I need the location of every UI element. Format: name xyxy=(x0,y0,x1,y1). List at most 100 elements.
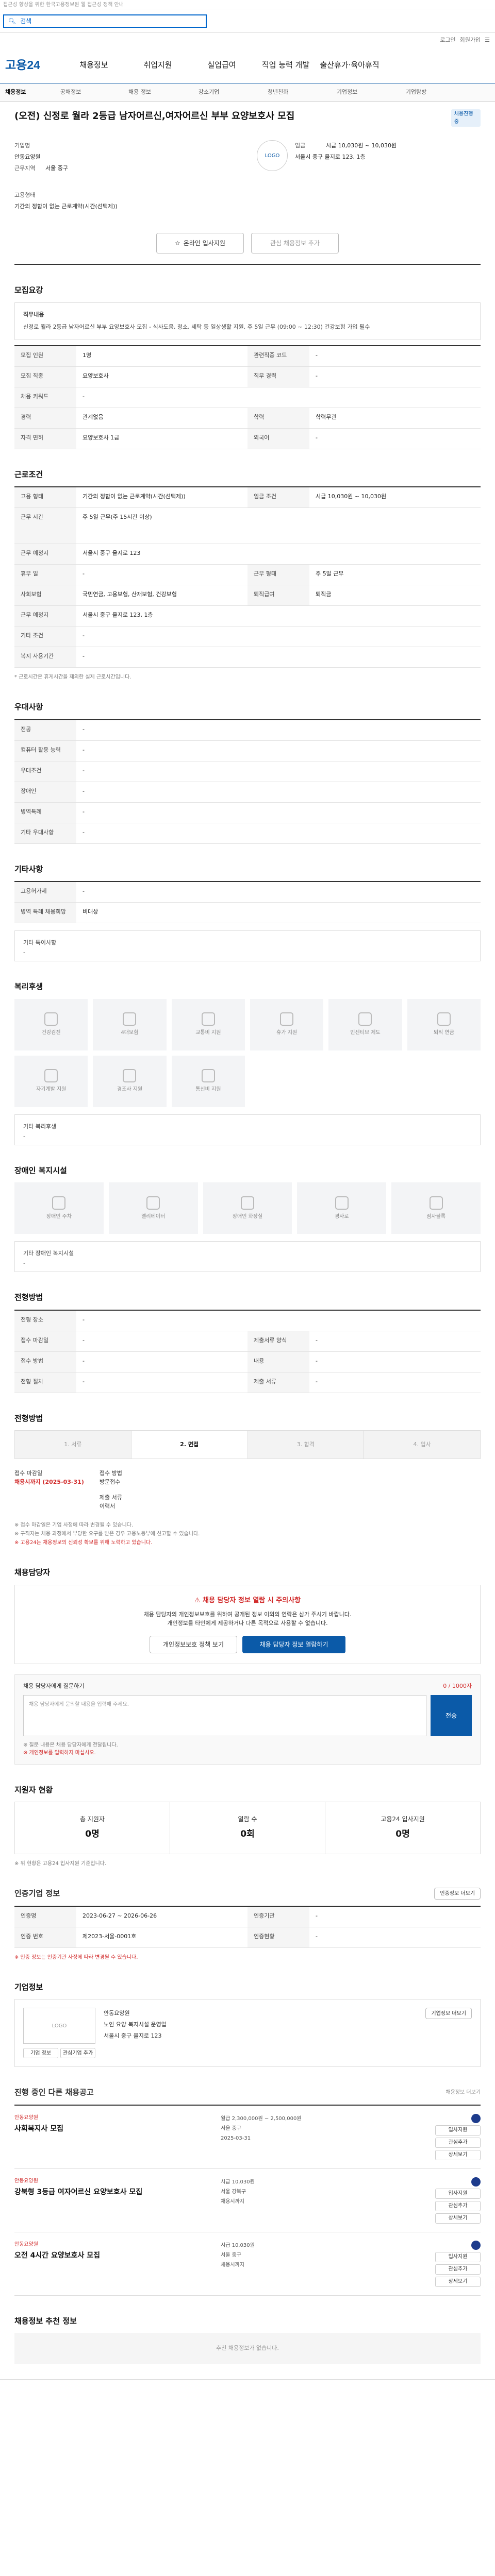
subnav-current: 채용정보 xyxy=(5,89,26,96)
scrap-button[interactable]: 관심 채용정보 추가 xyxy=(251,233,339,253)
row-value: - xyxy=(82,1378,85,1385)
rel-apply-button[interactable]: 입사지원 xyxy=(435,2125,481,2136)
row-value: - xyxy=(82,828,85,836)
menu-icon[interactable]: ☰ xyxy=(485,36,490,45)
gnb-item[interactable]: 출산휴가·육아휴직 xyxy=(318,59,382,71)
gnb-item[interactable]: 직업 능력 개발 xyxy=(254,59,318,71)
rel-fav-button[interactable]: 관심추가 xyxy=(435,2200,481,2211)
rel-detail-button[interactable]: 상세보기 xyxy=(435,2276,481,2287)
subnav-item[interactable]: 기업탐방 xyxy=(382,88,451,97)
top-notice[interactable]: 접근성 향상을 위한 한국고용정보원 웹 접근성 정책 안내 xyxy=(0,0,495,9)
rel-title[interactable]: 오전 4시간 요양보호사 모집 xyxy=(14,2250,221,2261)
table-row: 접수 마감일 - 제출서류 양식 - xyxy=(14,1331,481,1352)
list-item[interactable]: 안동요양원 강북형 3등급 여자어르신 요양보호사 모집 시급 10,030원 … xyxy=(14,2169,481,2232)
login-link[interactable]: 로그인 xyxy=(440,36,455,45)
disabled-note-label: 기타 장애인 복지시설 xyxy=(23,1250,74,1257)
table-row: 근무 예정지 서울시 중구 을지로 123, 1층 xyxy=(14,606,481,627)
subnav-item[interactable]: 청년친화 xyxy=(243,88,312,97)
job-summary: 기업명 안동요양원 근무지역 서울 중구 고용형태 기간의 정함이 없는 근로계약… xyxy=(14,140,481,212)
disabled-note-box: 기타 장애인 복지시설 - xyxy=(14,1241,481,1273)
accessibility-icon xyxy=(240,1196,254,1210)
company-logo-box: LOGO xyxy=(23,2008,95,2044)
welfare-item: 건강검진 xyxy=(14,998,88,1050)
job-description: 직무내용 신정로 월라 2등급 남자어르신 부부 요양보호사 모집 - 식사도움… xyxy=(14,302,481,340)
row-value: - xyxy=(82,767,85,774)
row-label: 모집 인원 xyxy=(14,346,76,366)
address-value: 서울시 중구 을지로 123, 1층 xyxy=(295,154,366,160)
subnav-item[interactable]: 강소기업 xyxy=(174,88,243,97)
pref-title: 우대사항 xyxy=(14,702,43,712)
search-row: 🔍︎ 검색 xyxy=(0,9,495,33)
stat-title: 지원자 현황 xyxy=(14,1785,53,1794)
company-name: 안동요양원 xyxy=(104,2010,130,2017)
row-label: 경력 xyxy=(14,408,76,428)
company-info-button[interactable]: 기업 정보 xyxy=(23,2048,58,2059)
disabled-note-value: - xyxy=(23,1260,25,1267)
row-label: 내용 xyxy=(248,1351,309,1372)
row-label: 인증현황 xyxy=(248,1927,309,1947)
rel-detail-button[interactable]: 상세보기 xyxy=(435,2213,481,2224)
gnb-item[interactable]: 실업급여 xyxy=(190,59,254,71)
privacy-policy-button[interactable]: 개인정보보호 정책 보기 xyxy=(150,1636,237,1654)
company-more-button[interactable]: 기업정보 더보기 xyxy=(425,2008,472,2020)
row-value: - xyxy=(82,746,85,753)
disabled-item: 경사로 xyxy=(297,1182,387,1234)
subnav-item[interactable]: 공채정보 xyxy=(36,88,105,97)
subnav-item[interactable]: 채용 정보 xyxy=(105,88,174,97)
row-value: 학력무관 xyxy=(316,413,337,420)
process-step: 1. 서류 xyxy=(15,1431,131,1459)
apply-online-button[interactable]: ☆ 온라인 입사지원 xyxy=(156,233,244,253)
table-row: 접수 방법 - 내용 - xyxy=(14,1351,481,1372)
cert-more-button[interactable]: 인증정보 더보기 xyxy=(434,1887,481,1900)
process-step-current: 2. 면접 xyxy=(131,1431,248,1459)
row-value: 비대상 xyxy=(82,908,98,916)
gnb-item[interactable]: 취업지원 xyxy=(126,59,190,71)
row-label: 접수 방법 xyxy=(14,1351,76,1372)
recruit-table: 모집 인원 1명 관련직종 코드 - 모집 직종 요양보호사 직무 경력 - 채용 키워드 -… xyxy=(14,345,481,449)
gnb-item[interactable]: 채용정보 xyxy=(62,59,126,71)
table-row: 인증 번호 제2023-서울-0001호 인증현황 - xyxy=(14,1927,481,1948)
row-label: 접수 마감일 xyxy=(14,1331,76,1351)
emp-form-label: 고용형태 xyxy=(14,192,36,198)
etc-title: 기타사항 xyxy=(14,864,43,874)
shield-icon xyxy=(471,2177,481,2187)
view-manager-button[interactable]: 채용 담당자 정보 열람하기 xyxy=(242,1636,345,1654)
signup-link[interactable]: 회원가입 xyxy=(460,36,481,45)
rel-title[interactable]: 강북형 3등급 여자어르신 요양보호사 모집 xyxy=(14,2187,221,2198)
table-row: 인증명 2023-06-27 ~ 2026-06-26 인증기관 - xyxy=(14,1906,481,1927)
rel-title[interactable]: 사회복지사 모집 xyxy=(14,2124,221,2134)
related-more-link[interactable]: 채용정보 더보기 xyxy=(446,2089,481,2096)
deadline-value: 채용시까지 (2025-03-31) xyxy=(14,1478,84,1485)
search-box[interactable]: 🔍︎ 검색 xyxy=(3,14,207,28)
apply-method-label: 접수 방법 xyxy=(99,1470,122,1477)
send-button[interactable]: 전송 xyxy=(431,1694,472,1736)
row-value: - xyxy=(316,372,318,379)
disabled-title: 장애인 복지시설 xyxy=(14,1165,67,1175)
emp-form-value: 기간의 정함이 없는 근로계약(시간(선택제)) xyxy=(14,203,118,210)
row-value: - xyxy=(316,434,318,441)
subnav-item[interactable]: 기업정보 xyxy=(312,88,382,97)
company-fav-button[interactable]: 관심기업 추가 xyxy=(60,2048,95,2059)
row-value: - xyxy=(82,653,85,660)
rel-detail-button[interactable]: 상세보기 xyxy=(435,2149,481,2160)
rel-fav-button[interactable]: 관심추가 xyxy=(435,2264,481,2275)
rel-apply-button[interactable]: 입사지원 xyxy=(435,2251,481,2262)
stat-item: 고용24 입사지원 0명 xyxy=(325,1802,480,1854)
site-logo[interactable]: 고용24 xyxy=(5,56,62,74)
related-title: 진행 중인 다른 채용공고 xyxy=(14,2088,94,2097)
rel-region: 서울 강북구 xyxy=(221,2189,246,2195)
cert-table: 인증명 2023-06-27 ~ 2026-06-26 인증기관 - 인증 번호 제20… xyxy=(14,1905,481,1948)
search-input[interactable]: 검색 xyxy=(20,16,31,26)
disabled-label: 경사로 xyxy=(334,1213,349,1219)
stat-value: 0명 xyxy=(395,1829,410,1840)
manager-warning: ⚠ 채용 담당자 정보 열람 시 주의사항 xyxy=(15,1596,480,1606)
rel-fav-button[interactable]: 관심추가 xyxy=(435,2137,481,2148)
row-label: 인증명 xyxy=(14,1906,76,1927)
list-item[interactable]: 안동요양원 사회복지사 모집 월급 2,300,000원 ~ 2,500,000… xyxy=(14,2106,481,2169)
rel-apply-button[interactable]: 입사지원 xyxy=(435,2188,481,2199)
list-item[interactable]: 안동요양원 오전 4시간 요양보호사 모집 시급 10,030원 서울 중구 채… xyxy=(14,2232,481,2296)
row-label: 우대조건 xyxy=(14,761,76,782)
question-textarea[interactable]: 채용 담당자에게 문의할 내용을 입력해 주세요. xyxy=(23,1694,426,1736)
stat-value: 0명 xyxy=(85,1829,100,1840)
row-value: - xyxy=(82,393,85,400)
